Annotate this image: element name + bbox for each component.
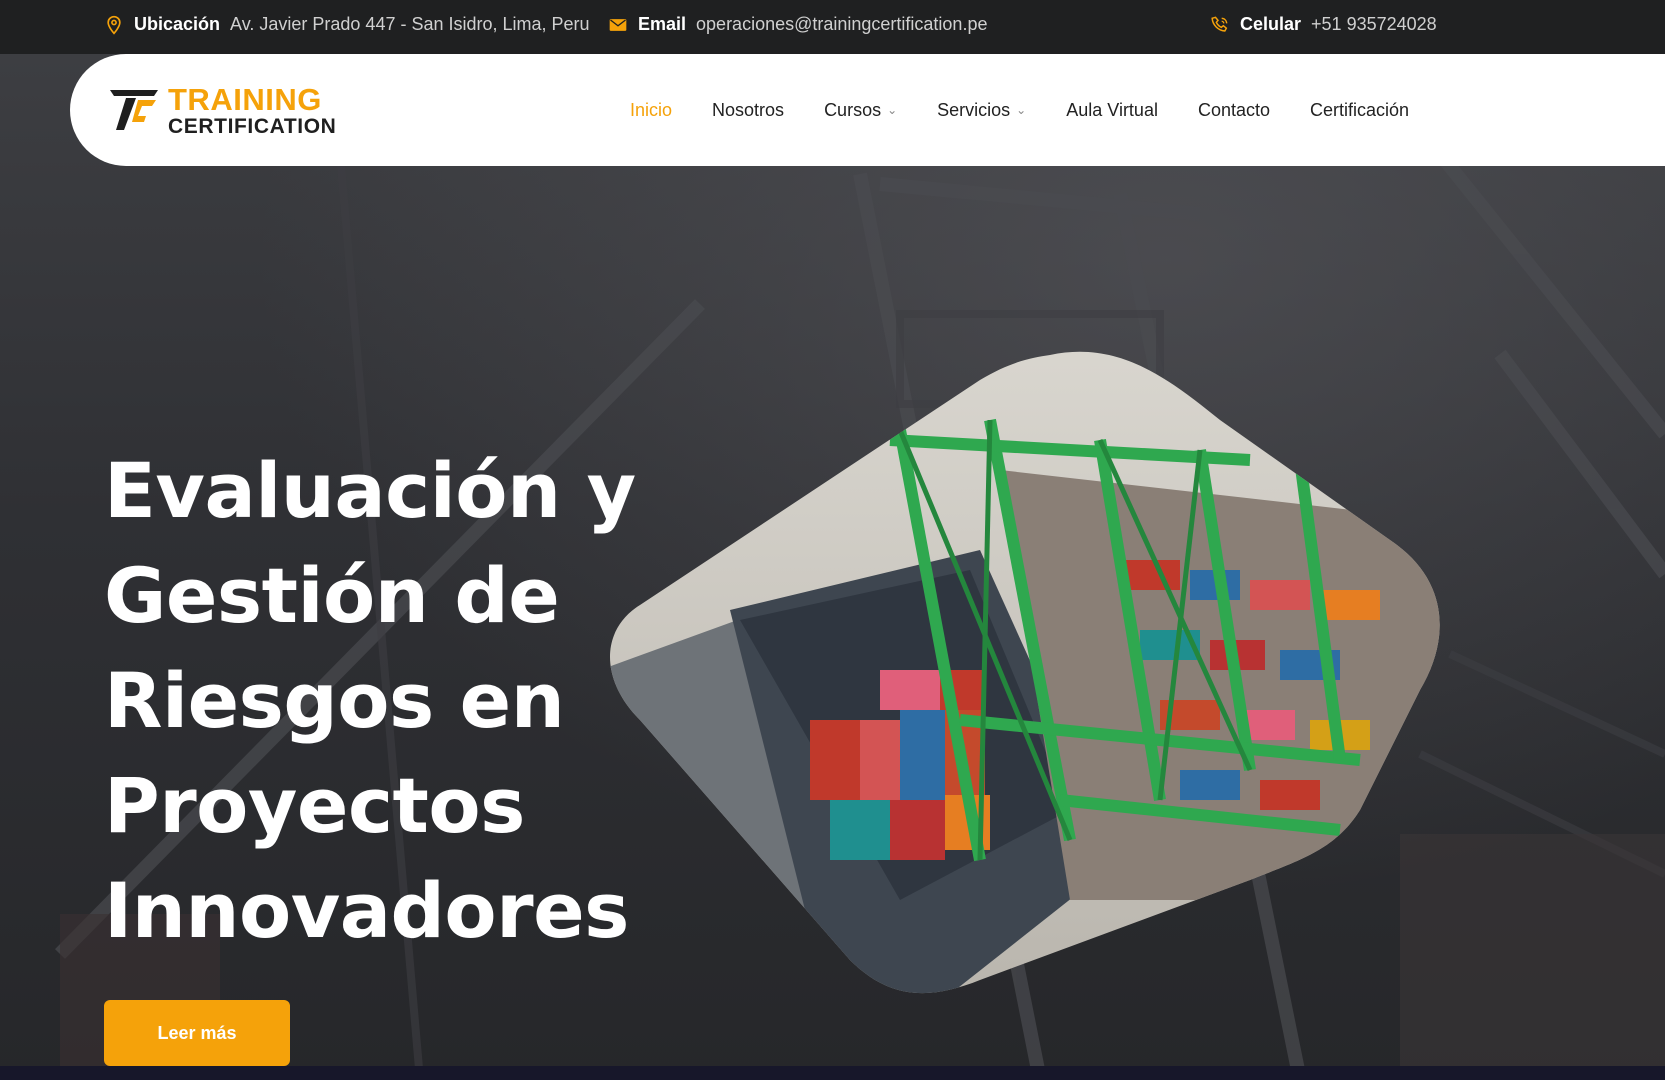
- main-nav: Inicio Nosotros Cursos ⌄ Servicios ⌄ Aula …: [630, 54, 1449, 166]
- logo-mark-icon: [110, 90, 158, 130]
- nav-item-certificacion-label: Certificación: [1310, 99, 1410, 120]
- main-navbar: TRAINING CERTIFICATION Inicio Nosotros C…: [70, 54, 1665, 166]
- location-value: Av. Javier Prado 447 - San Isidro, Lima,…: [230, 14, 590, 34]
- top-info-bar: Ubicación Av. Javier Prado 447 - San Isi…: [0, 0, 1665, 54]
- logo-text-certification: CERTIFICATION: [168, 115, 337, 138]
- chevron-down-icon: ⌄: [1016, 103, 1027, 117]
- nav-item-servicios[interactable]: Servicios ⌄: [937, 100, 1026, 121]
- nav-item-nosotros-label: Nosotros: [712, 99, 785, 120]
- hero-port-image: [600, 340, 1440, 1010]
- chevron-down-icon: ⌄: [887, 103, 898, 117]
- nav-item-cursos-label: Cursos: [824, 99, 882, 120]
- email-label: Email: [638, 14, 687, 34]
- nav-item-inicio[interactable]: Inicio: [630, 100, 672, 121]
- email-link[interactable]: operaciones@trainingcertification.pe: [696, 14, 987, 35]
- phone-info: Celular +51 935724028: [1210, 14, 1437, 35]
- nav-item-servicios-label: Servicios: [937, 99, 1011, 120]
- location-label: Ubicación: [134, 14, 221, 34]
- phone-label: Celular: [1240, 14, 1302, 34]
- phone-link[interactable]: +51 935724028: [1311, 14, 1437, 35]
- location-info: Ubicación Av. Javier Prado 447 - San Isi…: [104, 14, 590, 35]
- site-logo[interactable]: TRAINING CERTIFICATION: [110, 82, 350, 138]
- nav-item-contacto[interactable]: Contacto: [1198, 100, 1270, 121]
- logo-text-training: TRAINING: [168, 82, 322, 117]
- nav-item-contacto-label: Contacto: [1197, 99, 1271, 120]
- map-pin-icon: [107, 15, 121, 35]
- bottom-edge-strip: [0, 1066, 1665, 1080]
- nav-item-cursos[interactable]: Cursos ⌄: [824, 100, 897, 121]
- nav-item-inicio-label: Inicio: [630, 99, 673, 120]
- nav-item-certificacion[interactable]: Certificación: [1310, 100, 1409, 121]
- email-info: Email operaciones@trainingcertification.…: [608, 14, 987, 35]
- port-illustration: [610, 351, 1440, 994]
- nav-item-aula-virtual-label: Aula Virtual: [1066, 99, 1158, 120]
- nav-item-nosotros[interactable]: Nosotros: [712, 100, 784, 121]
- nav-item-aula-virtual[interactable]: Aula Virtual: [1066, 100, 1158, 121]
- phone-icon: [1211, 15, 1228, 32]
- envelope-icon: [609, 18, 627, 31]
- read-more-button[interactable]: Leer más: [104, 1000, 290, 1066]
